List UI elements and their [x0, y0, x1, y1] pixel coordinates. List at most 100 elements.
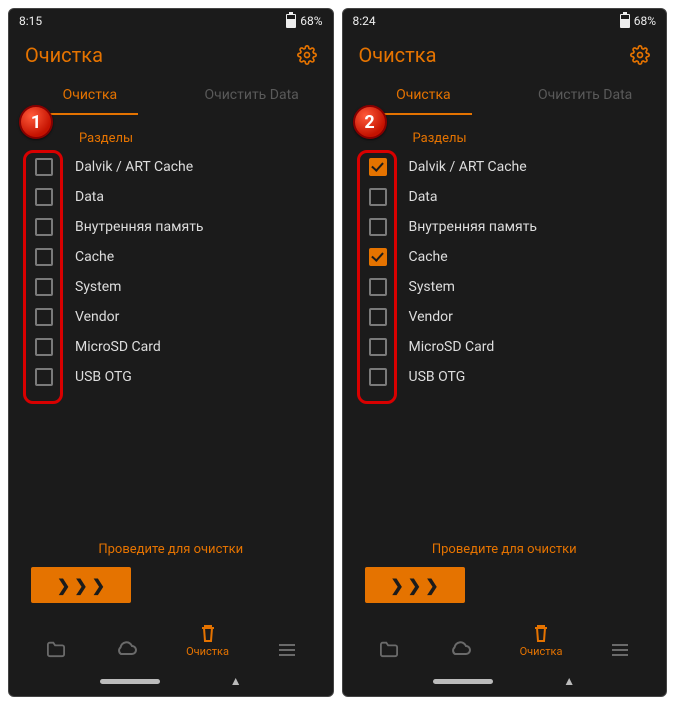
- partition-list: Dalvik / ART Cache Data Внутренняя памят…: [365, 152, 655, 392]
- battery-icon: [620, 14, 630, 28]
- nav-clean[interactable]: Очистка: [186, 623, 229, 658]
- bottom-nav: Очистка: [343, 617, 667, 666]
- item-label: MicroSD Card: [75, 339, 161, 355]
- tabs: Очистка Очистить Data: [343, 73, 667, 115]
- list-item[interactable]: MicroSD Card: [31, 332, 321, 362]
- checkbox[interactable]: [35, 278, 53, 296]
- list-wrap: Dalvik / ART Cache Data Внутренняя памят…: [343, 152, 667, 392]
- screen-left: 8:15 68% Очистка Очистка Очистить Data 1…: [8, 8, 334, 697]
- chevron-right-icon: ❯: [425, 576, 438, 595]
- checkbox[interactable]: [369, 278, 387, 296]
- item-label: USB OTG: [409, 369, 466, 385]
- home-pill[interactable]: [433, 679, 493, 684]
- list-item[interactable]: Data: [365, 182, 655, 212]
- list-item[interactable]: Dalvik / ART Cache: [31, 152, 321, 182]
- chevron-right-icon: ❯: [390, 576, 403, 595]
- list-item[interactable]: USB OTG: [365, 362, 655, 392]
- battery-icon: [286, 14, 296, 28]
- tab-clear-data[interactable]: Очистить Data: [171, 77, 333, 115]
- checkbox[interactable]: [35, 218, 53, 236]
- list-item[interactable]: System: [365, 272, 655, 302]
- gear-icon[interactable]: [297, 45, 317, 65]
- checkbox[interactable]: [369, 338, 387, 356]
- item-label: MicroSD Card: [409, 339, 495, 355]
- status-time: 8:24: [353, 14, 376, 28]
- item-label: Cache: [75, 249, 114, 265]
- swipe-hint: Проведите для очистки: [343, 542, 667, 567]
- list-item[interactable]: Cache: [365, 242, 655, 272]
- swipe-hint: Проведите для очистки: [9, 542, 333, 567]
- checkbox[interactable]: [35, 338, 53, 356]
- list-item[interactable]: Vendor: [365, 302, 655, 332]
- system-nav: ▲: [343, 666, 667, 696]
- checkbox[interactable]: [369, 218, 387, 236]
- checkbox[interactable]: [35, 308, 53, 326]
- chevron-right-icon: ❯: [408, 576, 421, 595]
- item-label: Dalvik / ART Cache: [75, 159, 193, 175]
- swipe-button[interactable]: ❯ ❯ ❯: [31, 567, 131, 603]
- chevron-right-icon: ❯: [92, 576, 105, 595]
- item-label: Cache: [409, 249, 448, 265]
- list-item[interactable]: Dalvik / ART Cache: [365, 152, 655, 182]
- system-nav: ▲: [9, 666, 333, 696]
- header: Очистка: [9, 33, 333, 73]
- nav-cloud[interactable]: [448, 640, 472, 658]
- caret-up-icon[interactable]: ▲: [230, 674, 242, 688]
- section-label: Разделы: [9, 115, 333, 152]
- nav-menu[interactable]: [277, 642, 297, 658]
- item-label: Data: [409, 189, 438, 205]
- nav-clean[interactable]: Очистка: [520, 623, 563, 658]
- checkbox[interactable]: [35, 368, 53, 386]
- caret-up-icon[interactable]: ▲: [563, 674, 575, 688]
- checkbox[interactable]: [369, 158, 387, 176]
- list-item[interactable]: MicroSD Card: [365, 332, 655, 362]
- list-wrap: Dalvik / ART Cache Data Внутренняя памят…: [9, 152, 333, 392]
- item-label: System: [75, 279, 121, 295]
- home-pill[interactable]: [100, 679, 160, 684]
- status-right: 68%: [286, 14, 322, 28]
- nav-label: Очистка: [186, 645, 229, 658]
- nav-menu[interactable]: [610, 642, 630, 658]
- checkbox[interactable]: [35, 248, 53, 266]
- tabs: Очистка Очистить Data: [9, 73, 333, 115]
- list-item[interactable]: Data: [31, 182, 321, 212]
- page-title: Очистка: [359, 43, 437, 67]
- step-badge: 1: [19, 105, 53, 139]
- tab-clear-data[interactable]: Очистить Data: [504, 77, 666, 115]
- item-label: USB OTG: [75, 369, 132, 385]
- list-item[interactable]: Vendor: [31, 302, 321, 332]
- section-label: Разделы: [343, 115, 667, 152]
- battery-pct: 68%: [300, 14, 322, 28]
- battery-pct: 68%: [634, 14, 656, 28]
- checkbox[interactable]: [35, 188, 53, 206]
- item-label: Data: [75, 189, 104, 205]
- checkbox[interactable]: [369, 188, 387, 206]
- item-label: Внутренняя память: [75, 219, 204, 235]
- nav-files[interactable]: [378, 640, 400, 658]
- checkbox[interactable]: [369, 308, 387, 326]
- nav-label: Очистка: [520, 645, 563, 658]
- checkbox[interactable]: [369, 368, 387, 386]
- checkbox[interactable]: [369, 248, 387, 266]
- header: Очистка: [343, 33, 667, 73]
- status-bar: 8:24 68%: [343, 9, 667, 33]
- swipe-button[interactable]: ❯ ❯ ❯: [365, 567, 465, 603]
- gear-icon[interactable]: [630, 45, 650, 65]
- list-item[interactable]: Внутренняя память: [31, 212, 321, 242]
- status-time: 8:15: [19, 14, 42, 28]
- step-badge: 2: [353, 105, 387, 139]
- checkbox[interactable]: [35, 158, 53, 176]
- partition-list: Dalvik / ART Cache Data Внутренняя памят…: [31, 152, 321, 392]
- nav-files[interactable]: [45, 640, 67, 658]
- page-title: Очистка: [25, 43, 103, 67]
- nav-cloud[interactable]: [114, 640, 138, 658]
- list-item[interactable]: USB OTG: [31, 362, 321, 392]
- list-item[interactable]: Cache: [31, 242, 321, 272]
- screen-right: 8:24 68% Очистка Очистка Очистить Data 2…: [342, 8, 668, 697]
- list-item[interactable]: System: [31, 272, 321, 302]
- status-right: 68%: [620, 14, 656, 28]
- chevron-right-icon: ❯: [74, 576, 87, 595]
- list-item[interactable]: Внутренняя память: [365, 212, 655, 242]
- chevron-right-icon: ❯: [57, 576, 70, 595]
- item-label: System: [409, 279, 455, 295]
